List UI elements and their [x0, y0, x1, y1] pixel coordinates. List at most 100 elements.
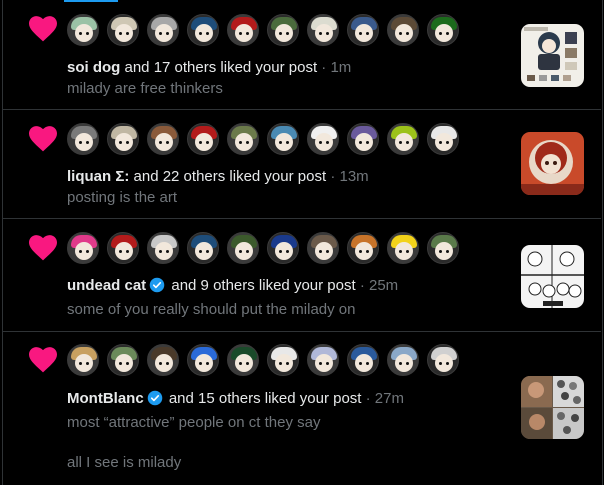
liker-avatar[interactable] [147, 14, 179, 46]
liker-avatar[interactable] [387, 344, 419, 376]
liker-avatar[interactable] [107, 232, 139, 264]
liker-avatar[interactable] [147, 344, 179, 376]
liker-avatar[interactable] [107, 344, 139, 376]
avatar-face [115, 354, 133, 372]
avatar-eye [79, 141, 82, 144]
liker-avatar[interactable] [267, 123, 299, 155]
liker-avatar[interactable] [67, 232, 99, 264]
avatar-eye [126, 362, 129, 365]
action-text: and 9 others liked your post [171, 277, 356, 294]
notification-item[interactable]: liquan Σ: and 22 others liked your post … [3, 110, 601, 219]
avatar-face [235, 133, 253, 151]
avatar-eye [359, 141, 362, 144]
avatar-eye [199, 250, 202, 253]
verified-badge-icon [149, 277, 165, 293]
post-thumbnail[interactable] [521, 24, 584, 87]
liker-avatar[interactable] [67, 14, 99, 46]
avatar-eye [446, 141, 449, 144]
liker-avatar[interactable] [347, 14, 379, 46]
liker-avatar[interactable] [147, 123, 179, 155]
liker-avatar[interactable] [67, 123, 99, 155]
post-thumbnail[interactable] [521, 132, 584, 195]
avatar-eye [166, 141, 169, 144]
liker-avatar[interactable] [427, 232, 459, 264]
avatar-eye [366, 141, 369, 144]
liker-avatar[interactable] [227, 123, 259, 155]
liker-avatar[interactable] [227, 232, 259, 264]
liker-avatar[interactable] [227, 344, 259, 376]
liker-avatar[interactable] [187, 344, 219, 376]
avatar-eye [159, 141, 162, 144]
liker-avatar[interactable] [227, 14, 259, 46]
liker-avatar[interactable] [427, 14, 459, 46]
notification-text: undead cat and 9 others liked your post … [67, 277, 398, 294]
avatar-face [315, 24, 333, 42]
avatar-eye [86, 32, 89, 35]
liker-avatars [67, 344, 459, 376]
liker-avatar[interactable] [427, 123, 459, 155]
avatar-eye [246, 250, 249, 253]
liker-avatar[interactable] [427, 344, 459, 376]
liker-avatar[interactable] [387, 232, 419, 264]
liker-avatars [67, 14, 459, 46]
avatar-eye [239, 141, 242, 144]
avatar-eye [359, 250, 362, 253]
avatar-eye [166, 250, 169, 253]
action-text: and 22 others liked your post [133, 168, 327, 185]
avatar-face [275, 24, 293, 42]
post-thumbnail[interactable] [521, 376, 584, 439]
avatar-eye [279, 141, 282, 144]
notification-item[interactable]: MontBlanc and 15 others liked your post … [3, 332, 601, 485]
liker-avatar[interactable] [347, 232, 379, 264]
liker-avatar[interactable] [387, 14, 419, 46]
liker-avatar[interactable] [107, 14, 139, 46]
liker-avatar[interactable] [307, 344, 339, 376]
avatar-face [275, 133, 293, 151]
liker-avatar[interactable] [187, 232, 219, 264]
liker-avatar[interactable] [187, 14, 219, 46]
liker-avatar[interactable] [347, 344, 379, 376]
liker-avatars [67, 232, 459, 264]
avatar-eye [319, 250, 322, 253]
avatar-eye [159, 250, 162, 253]
avatar-face [395, 24, 413, 42]
avatar-face [235, 354, 253, 372]
liker-avatar[interactable] [107, 123, 139, 155]
notification-item[interactable]: undead cat and 9 others liked your post … [3, 219, 601, 332]
avatar-face [355, 133, 373, 151]
avatar-face [75, 242, 93, 260]
liker-avatar[interactable] [267, 344, 299, 376]
liker-avatar[interactable] [267, 14, 299, 46]
actor-name[interactable]: undead cat [67, 277, 146, 294]
liker-avatar[interactable] [307, 232, 339, 264]
liker-avatar[interactable] [347, 123, 379, 155]
liker-avatar[interactable] [307, 14, 339, 46]
actor-name[interactable]: liquan Σ: [67, 168, 129, 185]
liker-avatar[interactable] [267, 232, 299, 264]
liker-avatar[interactable] [147, 232, 179, 264]
avatar-face [115, 242, 133, 260]
liker-avatar[interactable] [307, 123, 339, 155]
avatar-face [315, 354, 333, 372]
avatar-eye [206, 362, 209, 365]
avatar-eye [359, 362, 362, 365]
liker-avatar[interactable] [187, 123, 219, 155]
avatar-eye [406, 141, 409, 144]
post-snippet: milady are free thinkers [67, 80, 223, 97]
avatar-face [155, 242, 173, 260]
avatar-eye [166, 32, 169, 35]
avatar-face [195, 24, 213, 42]
avatar-eye [326, 141, 329, 144]
avatar-eye [326, 250, 329, 253]
avatar-eye [326, 32, 329, 35]
liker-avatar[interactable] [387, 123, 419, 155]
post-snippet: some of you really should put the milady… [67, 301, 356, 318]
notification-item[interactable]: soi dog and 17 others liked your post · … [3, 0, 601, 110]
avatar-face [275, 354, 293, 372]
liker-avatar[interactable] [67, 344, 99, 376]
avatar-eye [446, 32, 449, 35]
post-thumbnail[interactable] [521, 245, 584, 308]
actor-name[interactable]: MontBlanc [67, 390, 144, 407]
heart-icon [29, 126, 57, 152]
actor-name[interactable]: soi dog [67, 59, 120, 76]
